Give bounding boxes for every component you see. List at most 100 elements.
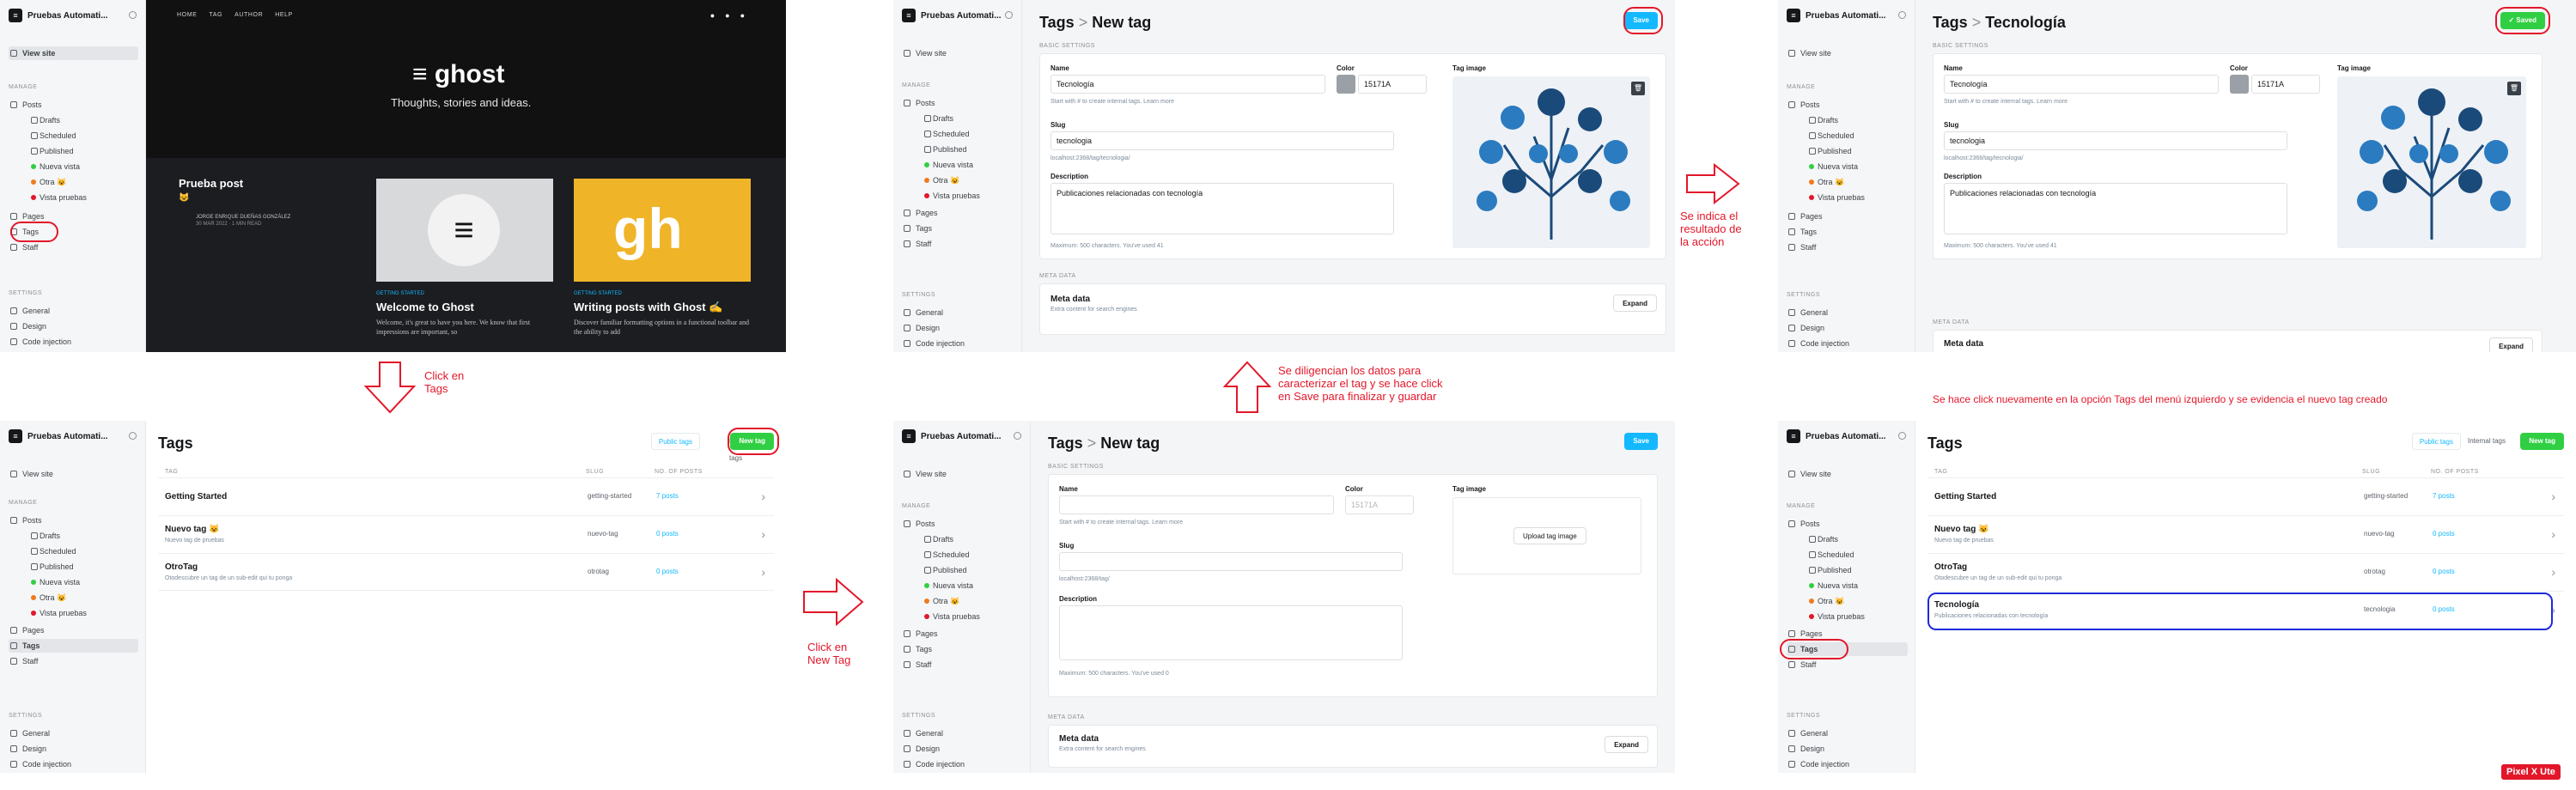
sidebar-item-nueva-vista[interactable]: Nueva vista — [1807, 579, 1908, 592]
sidebar-item-tags[interactable]: Tags — [1787, 225, 1908, 239]
name-input[interactable] — [1059, 495, 1334, 514]
public-tags-tab[interactable]: Public tags — [2411, 433, 2461, 450]
tag-image-preview[interactable]: 🗑 — [2337, 76, 2526, 248]
search-icon[interactable] — [1898, 11, 1906, 19]
sidebar-item-code-injection[interactable]: Code injection — [902, 337, 1014, 350]
tag-count[interactable]: 7 posts — [656, 492, 679, 500]
sidebar-item-code-injection[interactable]: Code injection — [9, 757, 138, 771]
sidebar-item-tags[interactable]: Tags — [902, 642, 1023, 656]
sidebar-item-otra[interactable]: Otra 😺 — [29, 591, 138, 605]
post2-title[interactable]: Welcome to Ghost — [376, 301, 474, 313]
sidebar-item-code-injection[interactable]: Code injection — [9, 335, 138, 349]
tag-image-dropzone[interactable]: Upload tag image — [1452, 497, 1641, 574]
color-input[interactable]: 15171A — [1358, 75, 1427, 94]
sidebar-item-tags[interactable]: Tags — [9, 639, 138, 653]
sidebar-item-posts[interactable]: Posts — [902, 96, 1014, 110]
description-textarea[interactable]: Publicaciones relacionadas con tecnologí… — [1050, 183, 1394, 234]
sidebar-item-nueva-vista[interactable]: Nueva vista — [1807, 160, 1908, 173]
tag-count[interactable]: 0 posts — [656, 568, 679, 575]
nav-tag-link[interactable]: TAG — [209, 12, 222, 18]
sidebar-item-posts[interactable]: Posts — [902, 517, 1023, 531]
sidebar-item-pages[interactable]: Pages — [902, 627, 1023, 641]
sidebar-item-otra[interactable]: Otra 😺 — [1807, 175, 1908, 189]
tag-image-preview[interactable]: 🗑 — [1452, 76, 1650, 248]
sidebar-item-vista-pruebas[interactable]: Vista pruebas — [1807, 191, 1908, 204]
sidebar-item-published[interactable]: Published — [1807, 563, 1908, 577]
sidebar-item-published[interactable]: Published — [29, 560, 138, 574]
sidebar-item-nueva-vista[interactable]: Nueva vista — [29, 575, 138, 589]
nav-author-link[interactable]: AUTHOR — [234, 12, 263, 18]
sidebar-item-otra[interactable]: Otra 😺 — [29, 175, 138, 189]
sidebar-item-nueva-vista[interactable]: Nueva vista — [923, 579, 1023, 592]
sidebar-item-otra[interactable]: Otra 😺 — [923, 173, 1014, 187]
post-card-1[interactable]: Prueba post 😺 JORGE ENRIQUE DUEÑAS GONZÁ… — [179, 177, 350, 227]
description-textarea[interactable] — [1059, 605, 1403, 660]
breadcrumb-tags-link[interactable]: Tags — [1933, 14, 1968, 31]
sidebar-item-vista-pruebas[interactable]: Vista pruebas — [923, 610, 1023, 623]
sidebar-item-design[interactable]: Design — [9, 319, 138, 333]
color-input[interactable]: 15171A — [1345, 495, 1414, 514]
sidebar-item-vista-pruebas[interactable]: Vista pruebas — [29, 606, 138, 620]
sidebar-item-drafts[interactable]: Drafts — [29, 113, 138, 127]
tag-count[interactable]: 0 posts — [2433, 568, 2455, 575]
sidebar-item-vista-pruebas[interactable]: Vista pruebas — [1807, 610, 1908, 623]
sidebar-item-pages[interactable]: Pages — [1787, 210, 1908, 223]
sidebar-item-posts[interactable]: Posts — [1787, 517, 1908, 531]
sidebar-item-posts[interactable]: Posts — [9, 514, 138, 527]
sidebar-item-design[interactable]: Design — [1787, 742, 1908, 756]
sidebar-item-staff[interactable]: Staff — [902, 658, 1023, 672]
sidebar-item-design[interactable]: Design — [1787, 321, 1908, 335]
sidebar-item-published[interactable]: Published — [29, 144, 138, 158]
breadcrumb-tags-link[interactable]: Tags — [1048, 434, 1083, 452]
slug-input[interactable]: tecnologia — [1050, 131, 1394, 150]
sidebar-item-pages[interactable]: Pages — [902, 206, 1014, 220]
color-input[interactable]: 15171A — [2251, 75, 2320, 94]
sidebar-item-general[interactable]: General — [902, 726, 1023, 740]
color-swatch[interactable] — [2230, 75, 2249, 94]
tag-count[interactable]: 0 posts — [656, 530, 679, 538]
sidebar-item-drafts[interactable]: Drafts — [923, 532, 1023, 546]
table-row[interactable]: Nuevo tag 😺 Nuevo tag de pruebas nuevo-t… — [1927, 515, 2564, 553]
sidebar-item-view-site[interactable]: View site — [9, 467, 138, 481]
table-row[interactable]: Nuevo tag 😺 Nuevo tag de pruebas nuevo-t… — [158, 515, 774, 553]
sidebar-item-view-site[interactable]: View site — [902, 467, 1023, 481]
sidebar-item-staff[interactable]: Staff — [9, 654, 138, 668]
sidebar-item-published[interactable]: Published — [923, 143, 1014, 156]
sidebar-item-published[interactable]: Published — [923, 563, 1023, 577]
table-row[interactable]: OtroTag Otodescubre un tag de un sub-edi… — [1927, 553, 2564, 591]
tag-count[interactable]: 0 posts — [2433, 530, 2455, 538]
sidebar-item-nueva-vista[interactable]: Nueva vista — [29, 160, 138, 173]
name-input[interactable]: Tecnología — [1944, 75, 2219, 94]
search-icon[interactable] — [1014, 432, 1021, 440]
search-icon[interactable] — [129, 432, 137, 440]
twitter-icon[interactable]: ● — [725, 11, 729, 20]
search-icon[interactable] — [1898, 432, 1906, 440]
slug-input[interactable]: tecnologia — [1944, 131, 2287, 150]
sidebar-item-general[interactable]: General — [1787, 726, 1908, 740]
expand-meta-button[interactable]: Expand — [2489, 337, 2533, 352]
sidebar-item-scheduled[interactable]: Scheduled — [923, 548, 1023, 562]
color-swatch[interactable] — [1337, 75, 1355, 94]
sidebar-item-design[interactable]: Design — [9, 742, 138, 756]
sidebar-item-vista-pruebas[interactable]: Vista pruebas — [923, 189, 1014, 203]
sidebar-item-code-injection[interactable]: Code injection — [902, 757, 1023, 771]
rss-icon[interactable]: ● — [740, 11, 745, 20]
sidebar-item-drafts[interactable]: Drafts — [1807, 532, 1908, 546]
sidebar-item-staff[interactable]: Staff — [1787, 658, 1908, 672]
post3-title[interactable]: Writing posts with Ghost ✍️ — [574, 301, 722, 314]
sidebar-item-view-site[interactable]: View site — [1787, 467, 1908, 481]
expand-meta-button[interactable]: Expand — [1613, 295, 1657, 312]
post-card-3-image[interactable]: gh — [574, 179, 751, 282]
expand-meta-button[interactable]: Expand — [1605, 736, 1648, 753]
sidebar-item-published[interactable]: Published — [1807, 144, 1908, 158]
sidebar-item-view-site[interactable]: View site — [9, 46, 138, 60]
sidebar-item-general[interactable]: General — [1787, 306, 1908, 319]
internal-tags-tab[interactable]: Internal tags — [2461, 433, 2512, 450]
sidebar-item-design[interactable]: Design — [902, 742, 1023, 756]
sidebar-item-staff[interactable]: Staff — [1787, 240, 1908, 254]
sidebar-item-posts[interactable]: Posts — [1787, 98, 1908, 112]
tag-count[interactable]: 7 posts — [2433, 492, 2455, 500]
sidebar-item-otra[interactable]: Otra 😺 — [1807, 594, 1908, 608]
sidebar-item-view-site[interactable]: View site — [902, 46, 1014, 60]
sidebar-item-otra[interactable]: Otra 😺 — [923, 594, 1023, 608]
